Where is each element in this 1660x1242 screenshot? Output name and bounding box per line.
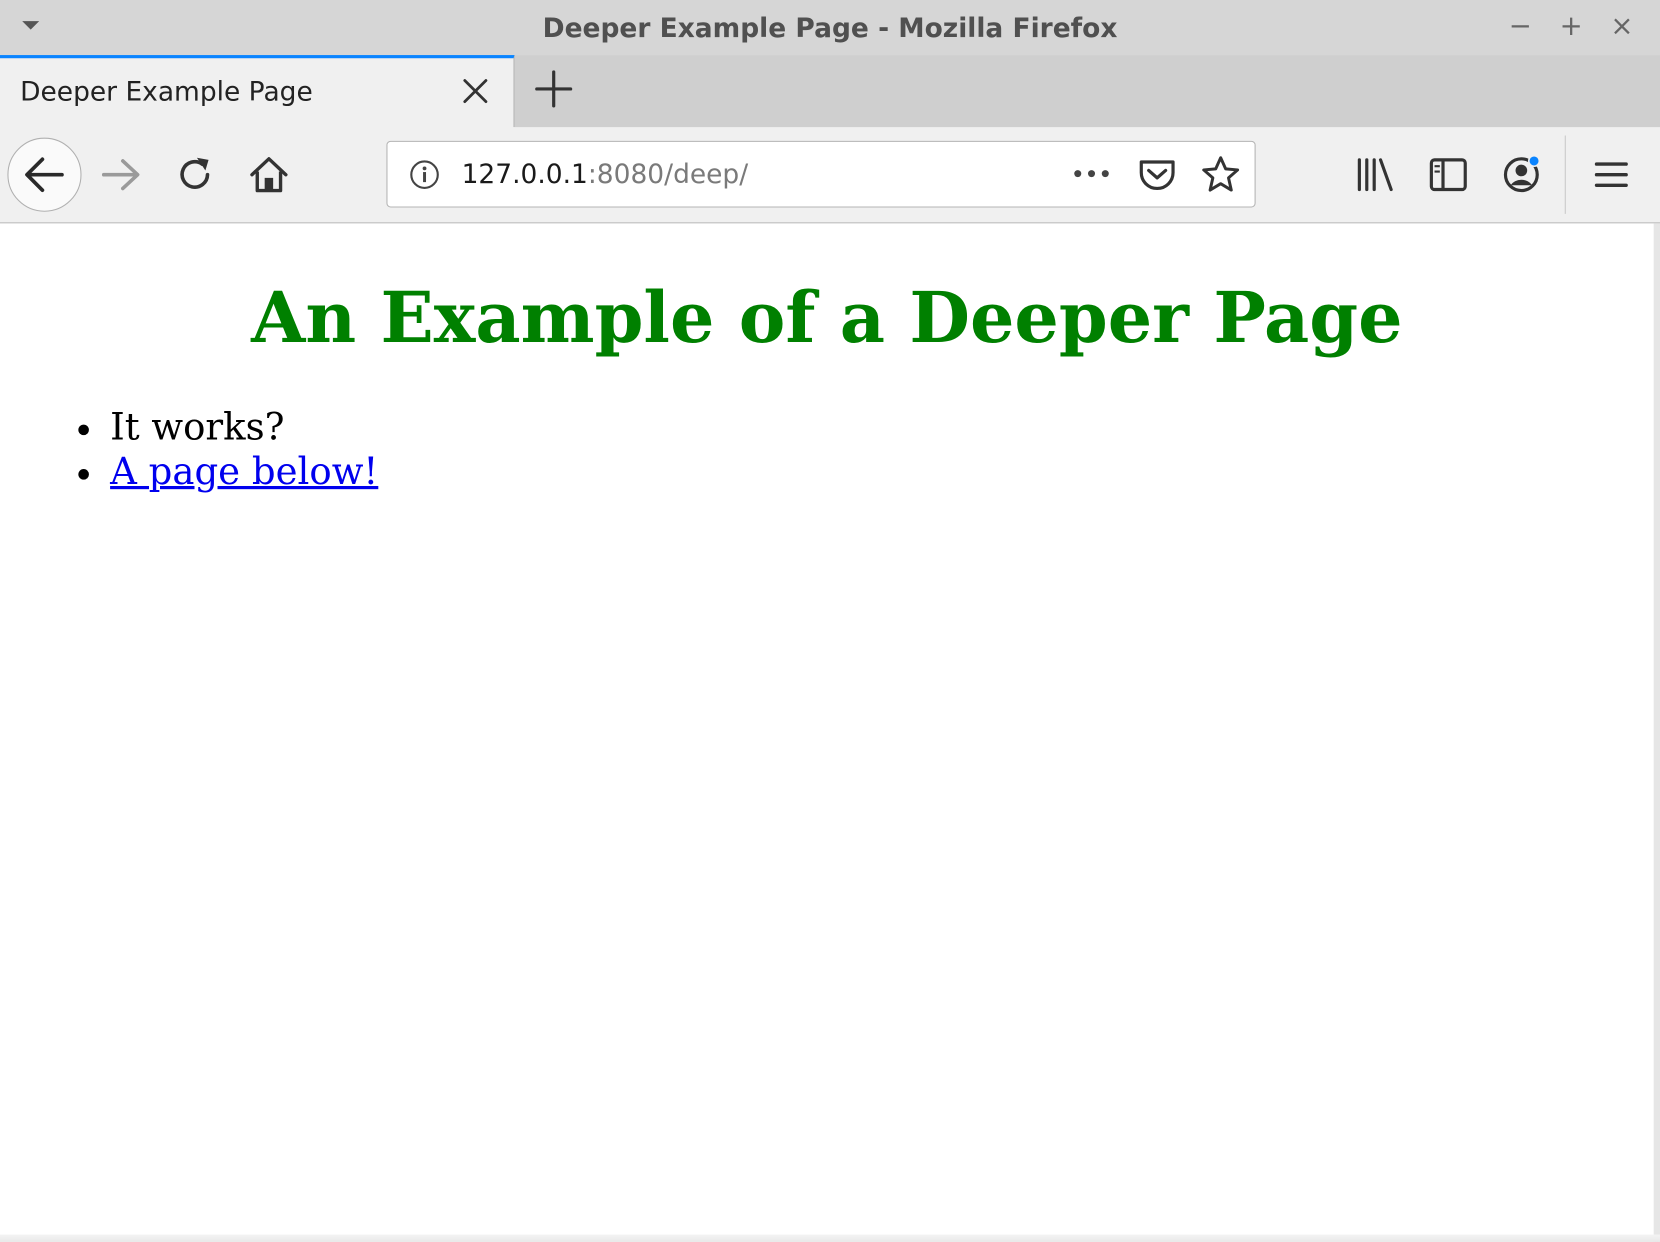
account-icon[interactable] [1500,154,1542,196]
tab-deeper-example-page[interactable]: Deeper Example Page [0,55,515,129]
back-arrow-icon [25,157,64,192]
site-info-icon[interactable] [409,159,441,191]
page-content: An Example of a Deeper Page It works? A … [0,223,1660,1242]
page-heading: An Example of a Deeper Page [251,276,1403,359]
tab-title: Deeper Example Page [20,76,313,107]
list-item-text: It works? [110,406,285,449]
tab-strip: Deeper Example Page [0,55,1660,129]
back-button[interactable] [7,137,82,212]
url-bar[interactable]: 127.0.0.1:8080/deep/ [386,140,1256,208]
library-icon[interactable] [1354,154,1396,196]
url-path: :8080/deep/ [587,158,749,190]
firefox-window: Deeper Example Page - Mozilla Firefox − … [0,0,1660,1242]
maximize-button[interactable]: + [1555,11,1587,43]
window-title: Deeper Example Page - Mozilla Firefox [542,12,1118,44]
toolbar-separator [1564,135,1566,214]
url-text[interactable]: 127.0.0.1:8080/deep/ [462,159,749,190]
title-bar: Deeper Example Page - Mozilla Firefox − … [0,0,1660,56]
sidebar-toggle-icon[interactable] [1427,154,1469,196]
bullet-icon [78,469,89,480]
page-below-link[interactable]: A page below! [110,451,378,493]
item-list: It works? A page below! [64,406,379,495]
url-host: 127.0.0.1 [461,158,588,190]
close-window-button[interactable]: × [1606,11,1638,43]
list-item: It works? [64,406,379,450]
pocket-icon[interactable] [1137,155,1177,195]
close-tab-icon[interactable] [457,73,493,109]
window-bottom-edge [0,1234,1660,1242]
new-tab-icon[interactable] [533,68,575,110]
minimize-button[interactable]: − [1504,11,1536,43]
home-icon[interactable] [248,154,290,196]
navigation-toolbar: 127.0.0.1:8080/deep/ [0,127,1660,224]
list-item: A page below! [64,450,378,494]
page-actions-icon[interactable] [1071,163,1111,184]
hamburger-menu-icon[interactable] [1590,154,1632,196]
bullet-icon [78,424,89,436]
bookmark-star-icon[interactable] [1201,155,1241,195]
forward-arrow-icon[interactable] [100,154,142,196]
reload-icon[interactable] [174,154,216,196]
